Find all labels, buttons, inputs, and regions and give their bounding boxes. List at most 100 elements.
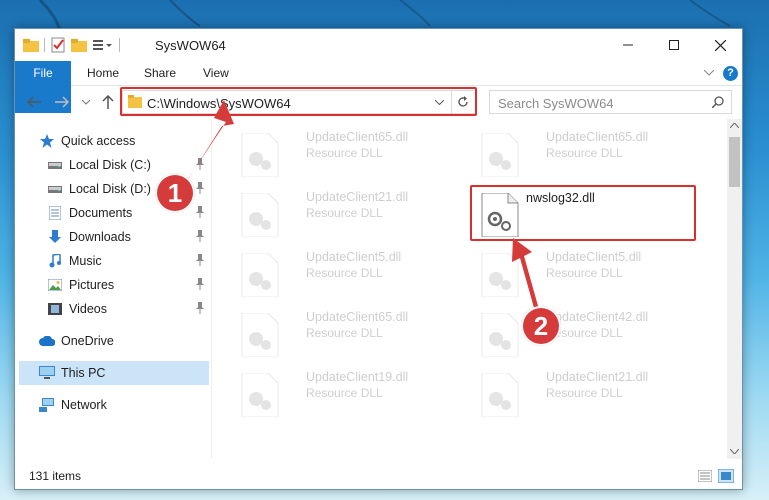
customize-toolbar-icon[interactable] [92, 38, 114, 52]
file-item[interactable]: UpdateClient19.dll Resource DLL [234, 365, 464, 417]
vertical-scrollbar[interactable] [727, 119, 742, 459]
dll-file-icon [241, 313, 279, 357]
toolbar-separator [44, 38, 45, 52]
dll-file-icon [241, 133, 279, 177]
file-type: Resource DLL [306, 206, 383, 220]
star-icon [39, 133, 55, 149]
sidebar-item-videos[interactable]: Videos [15, 297, 210, 321]
sidebar-item-label: Local Disk (C:) [69, 158, 151, 172]
scroll-up-icon[interactable] [730, 123, 739, 128]
help-icon[interactable]: ? [723, 66, 738, 81]
sidebar-item-label: Music [69, 254, 102, 268]
toolbar-separator [119, 38, 120, 52]
file-name: UpdateClient5.dll [546, 250, 642, 264]
chevron-down-icon [82, 99, 90, 105]
file-name: UpdateClient21.dll [546, 370, 649, 384]
network-icon [39, 397, 55, 413]
sidebar-item-this-pc[interactable]: This PC [19, 361, 209, 385]
file-item[interactable]: UpdateClient65.dll Resource DLL [234, 305, 464, 357]
sidebar-item-label: Videos [69, 302, 107, 316]
recent-locations-button[interactable] [75, 92, 97, 112]
sidebar-item-onedrive[interactable]: OneDrive [15, 329, 210, 353]
file-name: UpdateClient65.dll [306, 130, 409, 144]
pin-icon[interactable] [195, 302, 205, 317]
pin-icon[interactable] [195, 230, 205, 245]
tab-view[interactable]: View [189, 61, 243, 86]
sidebar-item-network[interactable]: Network [15, 393, 210, 417]
tab-home[interactable]: Home [73, 61, 133, 86]
pin-icon[interactable] [195, 278, 205, 293]
sidebar-item-label: Pictures [69, 278, 115, 292]
file-item[interactable]: UpdateClient5.dll Resource DLL [474, 245, 704, 297]
ribbon: File Home Share View ? [15, 61, 742, 113]
dll-file-icon [481, 133, 519, 177]
file-item[interactable]: UpdateClient5.dll Resource DLL [234, 245, 464, 297]
dll-file-icon [481, 253, 519, 297]
file-item[interactable]: UpdateClient42.dll Resource DLL [474, 305, 704, 357]
file-item[interactable]: UpdateClient65.dll Resource DLL [474, 125, 704, 177]
maximize-icon [669, 40, 679, 50]
arrow-up-icon [102, 95, 114, 109]
file-item[interactable]: UpdateClient21.dll Resource DLL [234, 185, 464, 237]
documents-icon [47, 205, 63, 221]
cloud-icon [39, 333, 55, 349]
dll-file-icon [241, 253, 279, 297]
pin-icon[interactable] [195, 206, 205, 221]
pin-icon[interactable] [195, 254, 205, 269]
search-box[interactable]: Search SysWOW64 [489, 90, 732, 114]
tiles-view-icon[interactable] [718, 469, 734, 483]
drive-icon [47, 181, 63, 197]
search-icon [712, 96, 724, 108]
minimize-button[interactable] [605, 29, 651, 61]
close-button[interactable] [697, 29, 743, 61]
download-icon [47, 229, 63, 245]
file-name: UpdateClient42.dll [546, 310, 649, 324]
pin-icon[interactable] [195, 182, 205, 197]
sidebar-item-pictures[interactable]: Pictures [15, 273, 210, 297]
file-name: UpdateClient65.dll [306, 310, 409, 324]
details-view-icon[interactable] [698, 470, 712, 482]
arrow-left-icon [27, 96, 41, 108]
file-type: Resource DLL [546, 146, 623, 160]
search-placeholder: Search SysWOW64 [498, 96, 614, 111]
sidebar-item-downloads[interactable]: Downloads [15, 225, 210, 249]
sidebar-item-label: This PC [61, 366, 106, 380]
window-title: SysWOW64 [155, 38, 226, 53]
sidebar-item-label: Quick access [61, 134, 136, 148]
up-button[interactable] [97, 92, 119, 112]
dll-file-icon [481, 373, 519, 417]
scroll-down-icon[interactable] [730, 449, 739, 454]
sidebar-item-quick-access[interactable]: Quick access [15, 129, 210, 153]
forward-button[interactable] [51, 92, 73, 112]
sidebar-item-label: OneDrive [61, 334, 114, 348]
sidebar-item-label: Local Disk (D:) [69, 182, 151, 196]
navigation-bar: C:\Windows\SysWOW64 Search SysWOW64 [15, 86, 742, 118]
file-list: UpdateClient65.dll Resource DLL UpdateCl… [211, 119, 727, 459]
tab-share[interactable]: Share [130, 61, 190, 86]
file-type: Resource DLL [546, 386, 623, 400]
step-2-badge: 2 [521, 306, 561, 346]
pictures-icon [47, 277, 63, 293]
navigation-pane: Quick access Local Disk (C:) Local Disk … [15, 119, 210, 459]
pin-icon[interactable] [195, 158, 205, 173]
sidebar-item-music[interactable]: Music [15, 249, 210, 273]
file-name: UpdateClient21.dll [306, 190, 409, 204]
dll-file-icon [241, 373, 279, 417]
file-type: Resource DLL [546, 266, 623, 280]
step-1-badge: 1 [155, 173, 195, 213]
file-item[interactable]: UpdateClient65.dll Resource DLL [234, 125, 464, 177]
new-folder-icon[interactable] [71, 38, 87, 52]
back-button[interactable] [23, 92, 45, 112]
file-item[interactable]: UpdateClient21.dll Resource DLL [474, 365, 704, 417]
minimize-icon [623, 44, 633, 46]
file-type: Resource DLL [306, 326, 383, 340]
scrollbar-thumb[interactable] [729, 137, 740, 187]
item-count: 131 items [29, 469, 82, 483]
sidebar-item-label: Network [61, 398, 107, 412]
dll-file-icon [481, 313, 519, 357]
chevron-down-icon[interactable] [704, 70, 714, 76]
properties-icon[interactable] [50, 37, 66, 53]
file-name: UpdateClient5.dll [306, 250, 402, 264]
maximize-button[interactable] [651, 29, 697, 61]
file-type: Resource DLL [306, 266, 383, 280]
